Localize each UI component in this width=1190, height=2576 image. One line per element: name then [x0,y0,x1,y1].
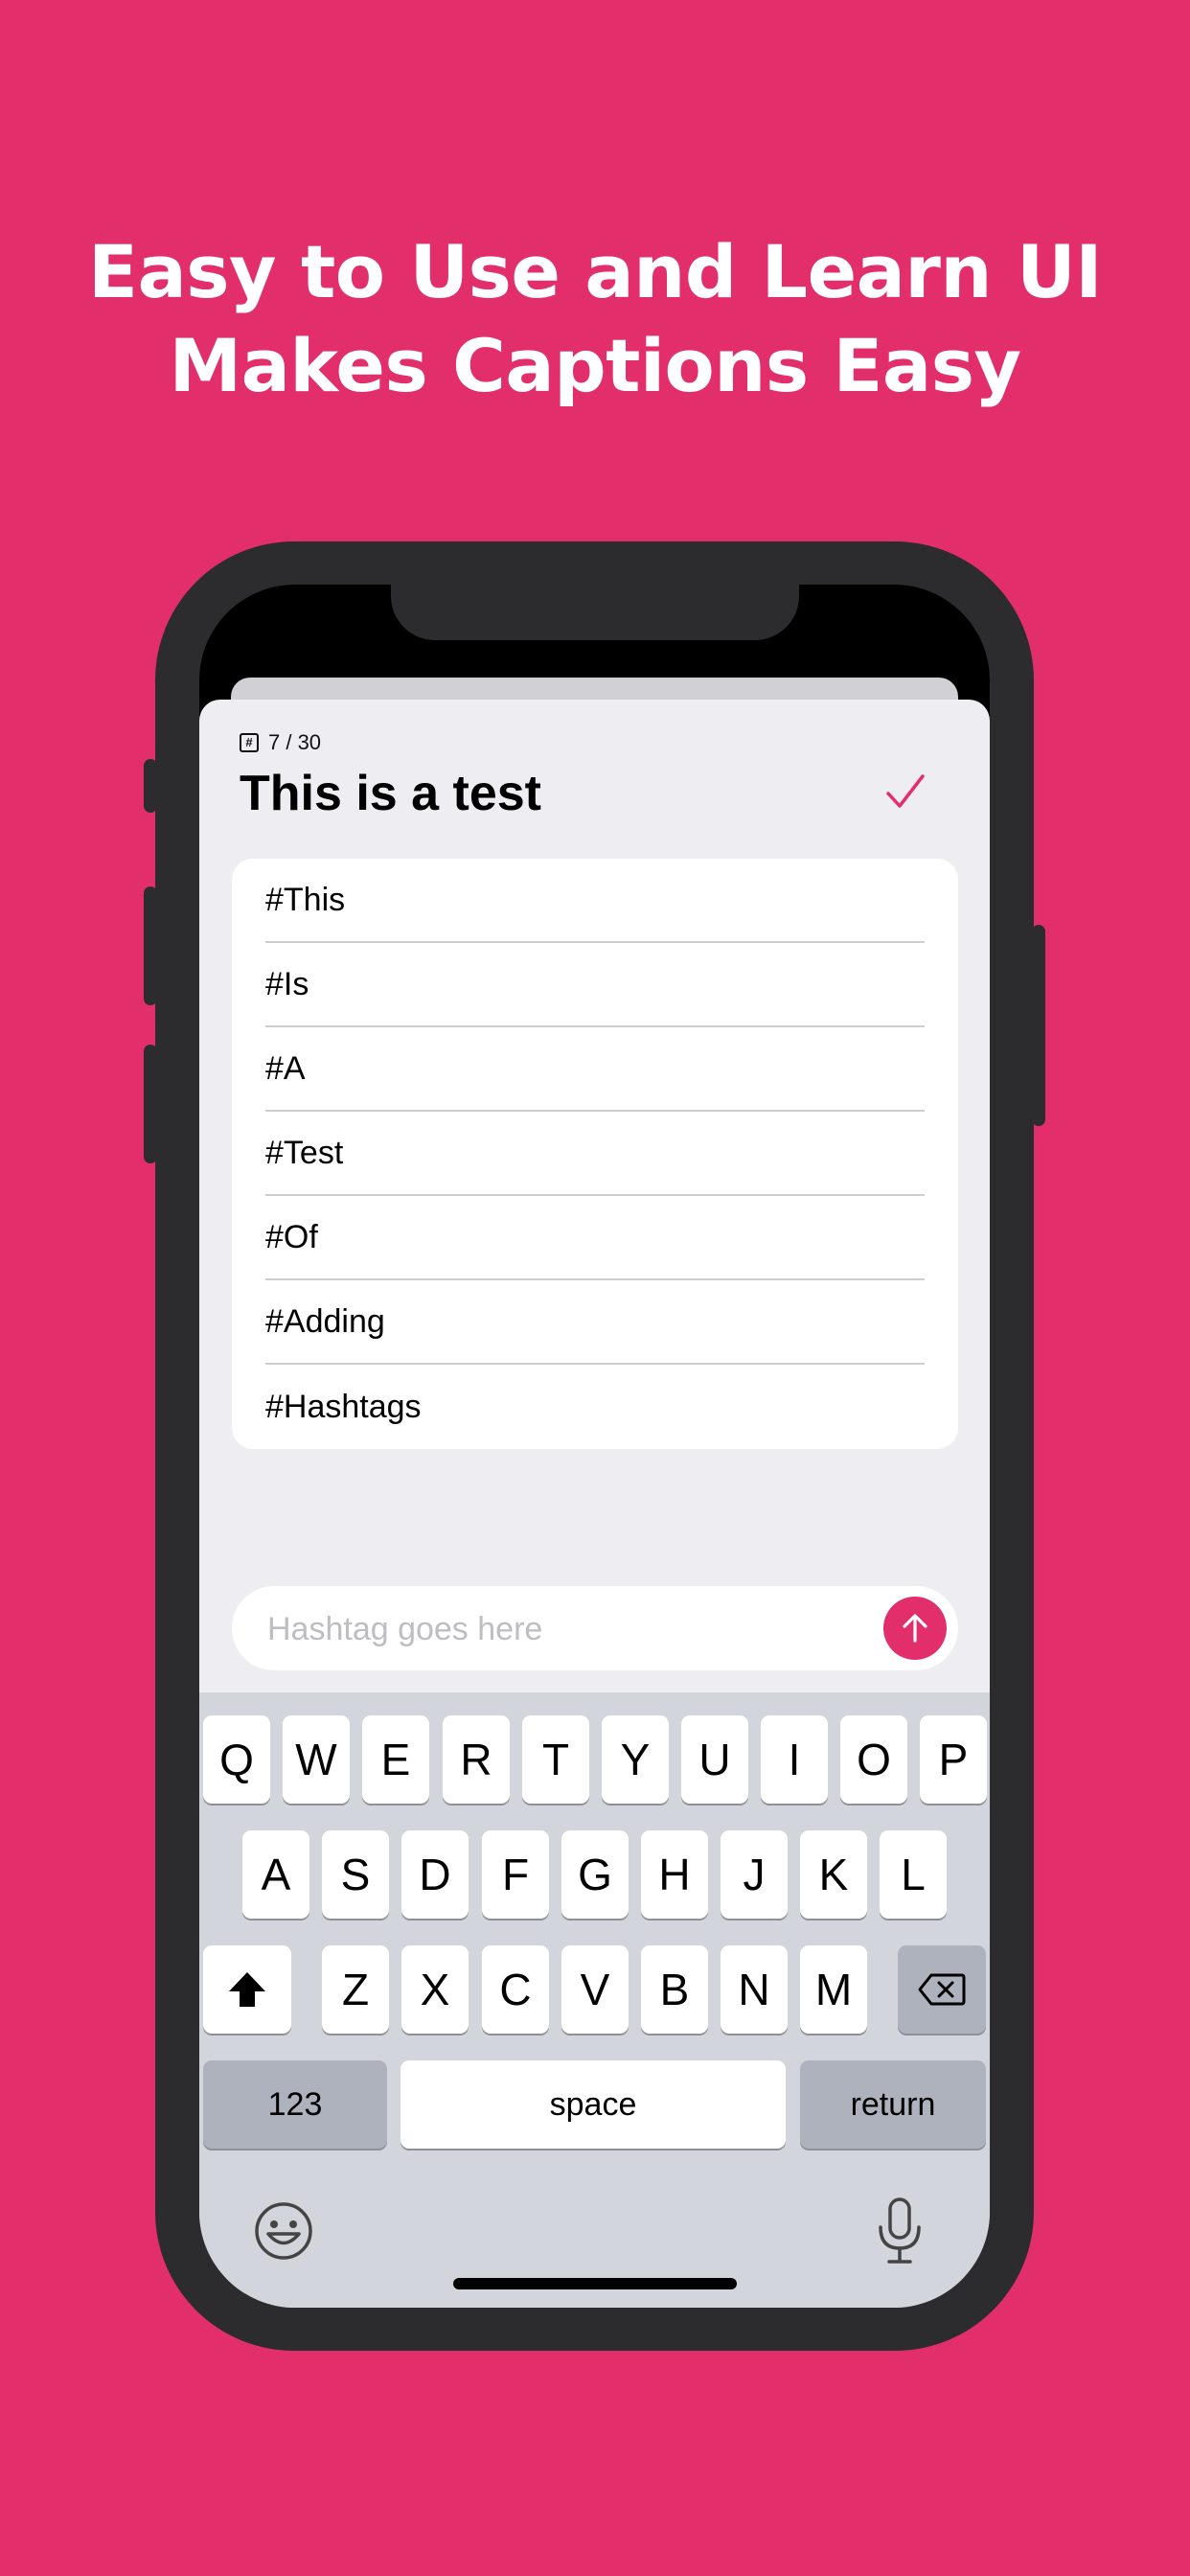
side-button-power [1032,925,1045,1126]
headline: Easy to Use and Learn UI Makes Captions … [0,225,1190,413]
key-g[interactable]: G [561,1830,629,1919]
key-h[interactable]: H [641,1830,708,1919]
list-item[interactable]: #Hashtags [265,1365,925,1449]
side-button-volume-up [144,886,157,1005]
return-key[interactable]: return [800,2060,986,2149]
hashtag-input[interactable] [265,1586,863,1672]
list-item[interactable]: #This [265,859,925,943]
key-f[interactable]: F [482,1830,549,1919]
list-item[interactable]: #Adding [265,1280,925,1365]
hashtag-counter: # 7 / 30 [240,728,321,757]
key-b[interactable]: B [641,1945,708,2034]
arrow-up-icon [903,1614,927,1643]
key-w[interactable]: W [283,1715,350,1804]
space-key[interactable]: space [400,2060,786,2149]
key-s[interactable]: S [322,1830,389,1919]
key-l[interactable]: L [880,1830,947,1919]
checkmark-icon[interactable] [884,769,927,824]
list-item[interactable]: #A [265,1027,925,1112]
hashtag-count: 7 / 30 [268,730,322,754]
side-button-mute [144,759,157,813]
delete-key[interactable] [898,1945,986,2034]
key-v[interactable]: V [561,1945,629,2034]
key-m[interactable]: M [800,1945,867,2034]
backspace-icon [918,1973,966,2006]
list-item[interactable]: #Is [265,943,925,1027]
hashtag-input-bar [232,1586,958,1672]
key-p[interactable]: P [920,1715,987,1804]
key-r[interactable]: R [443,1715,510,1804]
key-t[interactable]: T [522,1715,589,1804]
hashtag-box-icon: # [240,733,259,752]
key-a[interactable]: A [242,1830,309,1919]
phone-screen: # 7 / 30 This is a test #This #Is #A #Te… [199,585,990,2308]
key-o[interactable]: O [840,1715,907,1804]
key-e[interactable]: E [362,1715,429,1804]
shift-icon [229,1972,265,2007]
key-d[interactable]: D [401,1830,469,1919]
hashtag-list: #This #Is #A #Test #Of #Adding #Hashtags [232,859,958,1449]
key-x[interactable]: X [401,1945,469,2034]
numbers-key[interactable]: 123 [203,2060,387,2149]
key-u[interactable]: U [681,1715,748,1804]
list-item[interactable]: #Test [265,1112,925,1196]
microphone-icon [879,2197,921,2264]
key-n[interactable]: N [721,1945,788,2034]
notch [391,585,799,640]
key-c[interactable]: C [482,1945,549,2034]
caption-title: This is a test [240,766,541,821]
home-indicator[interactable] [453,2278,737,2289]
key-j[interactable]: J [721,1830,788,1919]
key-q[interactable]: Q [203,1715,270,1804]
key-k[interactable]: K [800,1830,867,1919]
key-i[interactable]: I [761,1715,828,1804]
keyboard: Q W E R T Y U I O P A S D F G H J K L Z … [199,1692,990,2308]
headline-line-2: Makes Captions Easy [169,323,1022,408]
side-button-volume-down [144,1045,157,1163]
key-z[interactable]: Z [322,1945,389,2034]
headline-line-1: Easy to Use and Learn UI [88,229,1102,314]
key-y[interactable]: Y [602,1715,669,1804]
emoji-button[interactable] [253,2200,314,2262]
shift-key[interactable] [203,1945,291,2034]
dictation-button[interactable] [876,2196,924,2266]
list-item[interactable]: #Of [265,1196,925,1280]
send-button[interactable] [883,1597,947,1660]
emoji-icon [255,2202,312,2260]
